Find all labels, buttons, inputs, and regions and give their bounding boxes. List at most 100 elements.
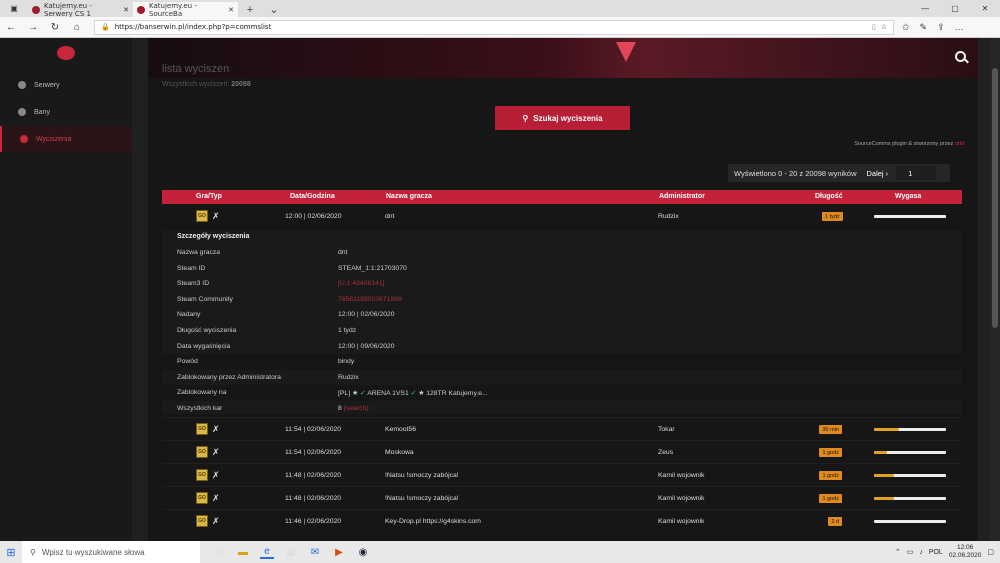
table-row[interactable]: GO ✗ 12:00 | 02/06/2020 dnt Rudzix 1 tyd…	[162, 204, 962, 230]
csgo-game-icon: GO	[196, 492, 208, 504]
sidebar: Serwery Bany Wyciszenia	[0, 38, 132, 541]
sidebar-item-wyciszenia[interactable]: Wyciszenia	[0, 126, 132, 152]
detail-value[interactable]: 76561198003671869	[338, 296, 402, 303]
pagination: Wyświetlono 0 - 20 z 20098 wyników Dalej…	[728, 164, 950, 182]
search-icon[interactable]	[955, 51, 966, 62]
close-window-icon[interactable]: ✕	[970, 0, 1000, 17]
network-icon[interactable]: ▭	[907, 548, 914, 556]
col-date: Data/Godzina	[290, 193, 335, 200]
muted-mic-icon: ✗	[212, 447, 220, 457]
csgo-game-icon: GO	[196, 210, 208, 222]
windows-start-icon[interactable]: ⊞	[0, 546, 22, 559]
col-admin: Administrator	[659, 193, 705, 200]
detail-value: [PL] ★ ✓ ARENA 1VS1 ✓ ★ 128TR Katujemy.e…	[338, 390, 488, 398]
language-indicator[interactable]: POL	[929, 549, 943, 556]
col-game: Gra/Typ	[196, 193, 222, 200]
table-row[interactable]: GO ✗ 11:54 | 02/06/2020 Moskowa Zeus 1 godz	[162, 440, 962, 463]
browser-tab-2[interactable]: Katujemy.eu - SourceBa ✕	[133, 1, 238, 18]
muted-mic-icon: ✗	[212, 470, 220, 480]
sidebar-item-bany[interactable]: Bany	[0, 99, 132, 125]
sidebar-item-label: Wyciszenia	[36, 135, 72, 143]
detail-value: 12:00 | 09/06/2020	[338, 342, 395, 350]
maximize-icon[interactable]: ▢	[940, 0, 970, 17]
tab-actions[interactable]: ▣	[0, 0, 28, 17]
explorer-icon[interactable]: ▬	[236, 545, 250, 559]
volume-icon[interactable]: ♪	[919, 549, 923, 556]
more-menu-icon[interactable]: …	[955, 22, 964, 33]
address-toolbar: ← → ↻ ⌂ 🔒 https://banserwin.pl/index.php…	[0, 17, 1000, 38]
author-link[interactable]: ddd	[955, 141, 964, 147]
muted-mic-icon: ✗	[212, 424, 220, 434]
clock[interactable]: 12:06 02.06.2020	[949, 544, 982, 560]
new-tab-button[interactable]: +	[238, 2, 262, 17]
task-view-icon[interactable]: ⧉	[212, 545, 226, 559]
back-arrow-icon[interactable]: ←	[0, 22, 22, 33]
steam-icon[interactable]: ◉	[356, 545, 370, 559]
table-row[interactable]: GO ✗ 11:48 | 02/06/2020 !Natsu !smoczy zabó…	[162, 486, 962, 509]
detail-key: Nazwa gracza	[177, 249, 221, 256]
share-icon[interactable]: ⇪	[937, 22, 945, 33]
tab-title: Katujemy.eu - Serwery CS 1	[44, 1, 92, 18]
sidebar-item-label: Bany	[34, 108, 50, 116]
sidebar-item-serwery[interactable]: Serwery	[0, 72, 132, 98]
mail-icon[interactable]: ✉	[308, 545, 322, 559]
close-tab-icon[interactable]: ✕	[123, 6, 129, 14]
table-row[interactable]: GO ✗ 11:48 | 02/06/2020 !Natsu !smoczy zabó…	[162, 463, 962, 486]
notifications-icon[interactable]: ▢	[987, 548, 994, 556]
detail-value[interactable]: [U:1:43406141]	[338, 280, 384, 287]
page-scrollbar[interactable]	[990, 38, 1000, 541]
expiry-progress	[874, 474, 946, 477]
minimize-icon[interactable]: —	[910, 0, 940, 17]
media-icon[interactable]: ▶	[332, 545, 346, 559]
taskbar-search-input[interactable]: ⚲ Wpisz tu wyszukiwane słowa	[22, 541, 200, 563]
search-icon: ⚲	[30, 547, 36, 557]
muted-mic-icon: ✗	[212, 493, 220, 503]
search-link[interactable]: (search)	[344, 405, 369, 412]
windows-taskbar: ⊞ ⚲ Wpisz tu wyszukiwane słowa ⧉ ▬ e ▦ ✉…	[0, 541, 1000, 563]
detail-value: dnt	[338, 249, 348, 256]
detail-row: Nadany 12:00 | 02/06/2020	[162, 307, 962, 323]
favorite-star-icon[interactable]: ☆	[881, 23, 887, 31]
search-mute-button[interactable]: ⚲ Szukaj wyciszenia	[495, 106, 630, 130]
muted-mic-icon: ✗	[212, 211, 220, 221]
table-row[interactable]: GO ✗ 11:46 | 02/06/2020 Key-Drop.pl https:/…	[162, 509, 962, 532]
edge-icon[interactable]: e	[260, 545, 274, 559]
csgo-game-icon: GO	[196, 423, 208, 435]
browser-tab-1[interactable]: Katujemy.eu - Serwery CS 1 ✕	[28, 1, 133, 18]
length-badge: 1 godz	[819, 494, 842, 503]
detail-value: STEAM_1:1:21703070	[338, 264, 407, 272]
mute-icon	[20, 135, 28, 143]
tab-title: Katujemy.eu - SourceBa	[149, 1, 197, 18]
close-tab-icon[interactable]: ✕	[228, 6, 234, 14]
length-badge: 1 godz	[819, 471, 842, 480]
pen-icon[interactable]: ✎	[920, 22, 928, 33]
table-row[interactable]: GO ✗ 11:54 | 02/06/2020 Kemoot56 Tokar 30 min	[162, 417, 962, 440]
chevron-up-icon[interactable]: ⌃	[895, 548, 901, 556]
detail-key: Powód	[177, 358, 198, 366]
taskbar-apps: ⧉ ▬ e ▦ ✉ ▶ ◉	[212, 545, 370, 559]
next-page-link[interactable]: Dalej ›	[867, 169, 889, 178]
calculator-icon[interactable]: ▦	[284, 545, 298, 559]
url-field[interactable]: 🔒 https://banserwin.pl/index.php?p=comms…	[94, 19, 894, 35]
tab-preview-icon[interactable]: ▣	[10, 4, 18, 13]
window-controls: — ▢ ✕	[910, 0, 1000, 17]
refresh-icon[interactable]: ↻	[44, 22, 66, 33]
tab-list-chevron-icon[interactable]: ⌄	[262, 2, 286, 17]
site-logo[interactable]	[57, 46, 75, 60]
detail-key: Wszystkich kar	[177, 405, 223, 412]
detail-row: Długość wyciszenia 1 tydz	[162, 323, 962, 339]
header-banner: lista wyciszen	[148, 38, 978, 78]
favorites-icon[interactable]: ✩	[902, 22, 910, 33]
csgo-game-icon: GO	[196, 515, 208, 527]
col-length: Długość	[815, 193, 843, 200]
check-icon: ✓	[358, 390, 368, 398]
detail-key: Zablokowany przez Administratora	[177, 373, 281, 381]
home-icon[interactable]: ⌂	[66, 22, 88, 33]
reading-view-icon[interactable]: ▯	[872, 23, 876, 31]
details-title: Szczegóły wyciszenia	[177, 233, 250, 240]
length-badge: 30 min	[819, 425, 842, 434]
detail-key: Zablokowany na	[177, 389, 227, 397]
page-select[interactable]: 1	[896, 166, 937, 180]
forward-arrow-icon[interactable]: →	[22, 22, 44, 33]
site-favicon-icon	[137, 5, 145, 14]
